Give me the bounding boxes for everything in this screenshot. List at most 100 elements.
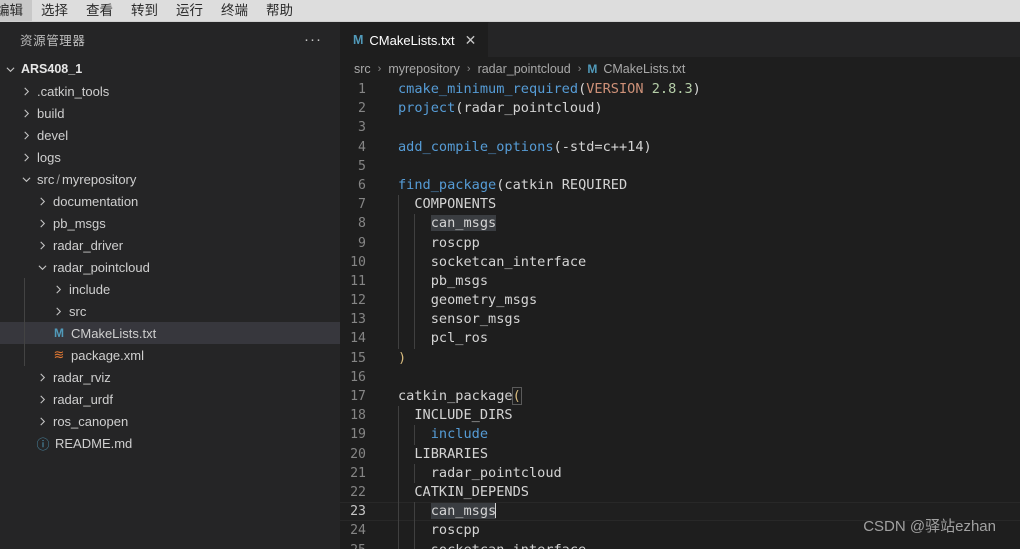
code-line[interactable]: 8 can_msgs: [340, 214, 1020, 234]
code-line[interactable]: 17 catkin_package(: [340, 387, 1020, 406]
chevron-right-icon[interactable]: [18, 87, 34, 96]
code-token: pcl_ros: [398, 330, 489, 347]
explorer-folder-include[interactable]: include: [0, 278, 340, 300]
code-line[interactable]: 21 radar_pointcloud: [340, 463, 1020, 483]
editor-group: M CMakeLists.txt ✕ src › myrepository › rada…: [340, 22, 1020, 549]
explorer-folder-pb-msgs[interactable]: pb_msgs: [0, 212, 340, 234]
code-line[interactable]: 10 socketcan_interface: [340, 252, 1020, 272]
chevron-right-icon[interactable]: [18, 131, 34, 140]
breadcrumb-segment[interactable]: src: [353, 62, 372, 76]
chevron-right-icon[interactable]: [34, 241, 50, 250]
code-line[interactable]: 24 roscpp: [340, 521, 1020, 541]
menu-item-3[interactable]: 转到: [122, 0, 167, 21]
explorer-folder-ros-canopen[interactable]: ros_canopen: [0, 410, 340, 432]
chevron-right-icon[interactable]: [34, 373, 50, 382]
menu-item-0[interactable]: 编辑: [0, 0, 32, 21]
code-line[interactable]: 13 sensor_msgs: [340, 310, 1020, 330]
explorer-folder-catkin-tools[interactable]: .catkin_tools: [0, 80, 340, 102]
code-line[interactable]: 1 cmake_minimum_required(VERSION 2.8.3): [340, 80, 1020, 99]
indent-guide: [24, 344, 25, 366]
code-line[interactable]: 15): [340, 349, 1020, 368]
menu-bar: 编辑 选择 查看 转到 运行 终端 帮助: [0, 0, 1020, 22]
chevron-right-icon[interactable]: [34, 395, 50, 404]
line-number: 25: [340, 541, 385, 549]
code-line[interactable]: 5: [340, 157, 1020, 176]
code-line[interactable]: 25 socketcan_interface: [340, 540, 1020, 549]
indent-guide: [414, 329, 416, 349]
code-line[interactable]: 23 can_msgs: [340, 502, 1020, 522]
indent-guide: [398, 502, 399, 522]
code-line[interactable]: 16: [340, 368, 1020, 387]
chevron-right-icon: ›: [466, 62, 471, 75]
close-icon[interactable]: ✕: [465, 33, 477, 47]
chevron-down-icon[interactable]: [34, 263, 50, 272]
tree-item-label: CMakeLists.txt: [71, 325, 157, 341]
explorer-folder-documentation[interactable]: documentation: [0, 190, 340, 212]
code-line[interactable]: 3: [340, 118, 1020, 137]
code-line[interactable]: 22 CATKIN_DEPENDS: [340, 482, 1020, 503]
line-number: 16: [350, 369, 366, 385]
chevron-right-icon[interactable]: [50, 285, 66, 294]
chevron-right-icon[interactable]: [50, 307, 66, 316]
explorer-folder-radar-pointcloud[interactable]: radar_pointcloud: [0, 256, 340, 278]
code-line[interactable]: 18 INCLUDE_DIRS: [340, 406, 1020, 426]
code-line[interactable]: 9 roscpp: [340, 233, 1020, 253]
line-number: 2: [358, 101, 366, 117]
code-line[interactable]: 12 geometry_msgs: [340, 291, 1020, 311]
code-line[interactable]: 7 COMPONENTS: [340, 195, 1020, 215]
indent-guide: [398, 195, 399, 215]
chevron-right-icon[interactable]: [18, 153, 34, 162]
code-line[interactable]: 19 include: [340, 425, 1020, 445]
code-editor[interactable]: 1 cmake_minimum_required(VERSION 2.8.3) 2 p…: [340, 80, 1020, 549]
code-line[interactable]: 11 pb_msgs: [340, 271, 1020, 292]
explorer-folder-build[interactable]: build: [0, 102, 340, 124]
breadcrumb-segment[interactable]: myrepository: [387, 62, 461, 76]
code-line[interactable]: 20 LIBRARIES: [340, 444, 1020, 464]
menu-item-2[interactable]: 查看: [77, 0, 122, 21]
indent-guide: [414, 291, 416, 311]
chevron-right-icon[interactable]: [34, 219, 50, 228]
chevron-right-icon[interactable]: [18, 109, 34, 118]
menu-item-1[interactable]: 选择: [32, 0, 77, 21]
code-line[interactable]: 6 find_package(catkin REQUIRED: [340, 176, 1020, 195]
code-line-text: cmake_minimum_required(VERSION 2.8.3): [385, 80, 701, 99]
chevron-right-icon[interactable]: [34, 197, 50, 206]
chevron-down-icon[interactable]: [2, 65, 18, 74]
text-cursor: [495, 503, 497, 519]
explorer-folder-src[interactable]: src: [0, 300, 340, 322]
line-number: 15: [350, 350, 366, 366]
code-line[interactable]: 2 project(radar_pointcloud): [340, 99, 1020, 118]
line-number: 8: [358, 216, 366, 232]
menu-item-6[interactable]: 帮助: [257, 0, 302, 21]
line-number: 6: [358, 177, 366, 193]
explorer-file-cmakelists-txt[interactable]: M CMakeLists.txt: [0, 322, 340, 344]
explorer-folder-logs[interactable]: logs: [0, 146, 340, 168]
chevron-right-icon[interactable]: [34, 417, 50, 426]
chevron-down-icon[interactable]: [18, 175, 34, 184]
line-number: 14: [350, 331, 366, 347]
explorer-folder-radar-urdf[interactable]: radar_urdf: [0, 388, 340, 410]
menu-item-4[interactable]: 运行: [167, 0, 212, 21]
code-line[interactable]: 14 pcl_ros: [340, 329, 1020, 349]
line-number: 18: [350, 408, 366, 424]
tab-cmakelists-txt[interactable]: M CMakeLists.txt ✕: [340, 22, 490, 57]
breadcrumb-segment[interactable]: radar_pointcloud: [477, 62, 572, 76]
explorer-folder-src-myrepository[interactable]: src / myrepository: [0, 168, 340, 190]
tree-item-label: devel: [37, 127, 69, 143]
breadcrumb-file[interactable]: CMakeLists.txt: [602, 62, 686, 76]
explorer-folder-radar-rviz[interactable]: radar_rviz: [0, 366, 340, 388]
code-token: radar_pointcloud: [398, 464, 562, 481]
explorer-root-ars408-1[interactable]: ARS408_1: [0, 58, 340, 80]
explorer-folder-devel[interactable]: devel: [0, 124, 340, 146]
indent-guide: [414, 425, 416, 445]
code-line-text: roscpp: [385, 233, 480, 253]
indent-guide: [414, 310, 416, 330]
chevron-right-icon: ›: [377, 62, 382, 75]
code-line[interactable]: 4 add_compile_options(-std=c++14): [340, 138, 1020, 157]
explorer-file-readme-md[interactable]: ⓘ README.md: [0, 432, 340, 454]
explorer-folder-radar-driver[interactable]: radar_driver: [0, 234, 340, 256]
explorer-file-package-xml[interactable]: ≋ package.xml: [0, 344, 340, 366]
menu-item-5[interactable]: 终端: [212, 0, 257, 21]
explorer-more-actions-icon[interactable]: ···: [304, 32, 322, 47]
code-token: can_msgs: [430, 503, 497, 520]
